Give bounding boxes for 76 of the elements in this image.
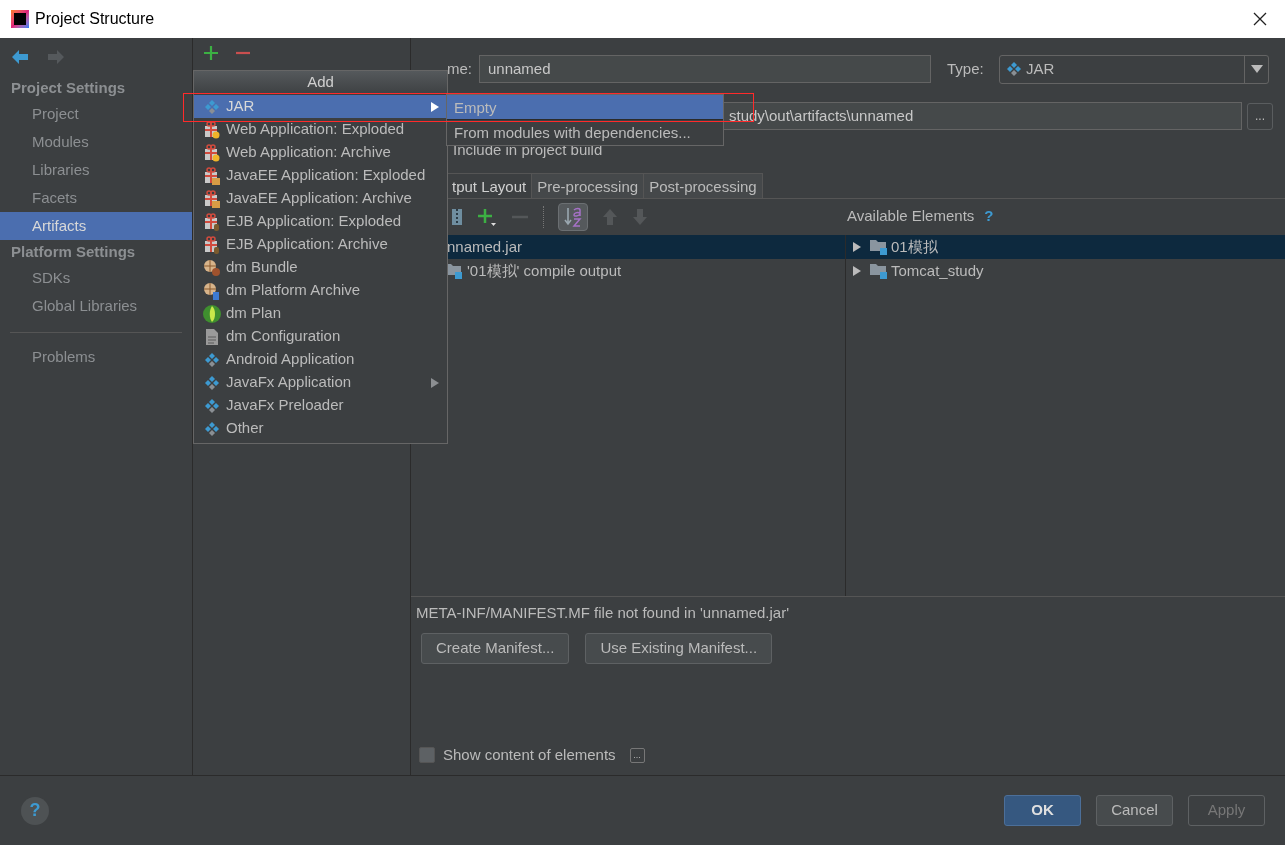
sort-icon[interactable] <box>558 203 588 231</box>
add-icon[interactable] <box>477 207 497 227</box>
tree-item[interactable]: Tomcat_study <box>891 259 984 283</box>
menu-item[interactable]: Web Application: Archive <box>194 141 447 164</box>
type-dropdown[interactable]: JAR <box>999 54 1269 84</box>
section-header: Platform Settings <box>10 242 137 262</box>
available-elements-title: Available Elements <box>847 206 975 227</box>
gift-icon <box>203 166 220 185</box>
menu-item[interactable]: JavaEE Application: Archive <box>194 187 447 210</box>
sidebar-item[interactable]: Modules <box>0 128 192 156</box>
manifest-message: META-INF/MANIFEST.MF file not found in 'unnamed.jar' <box>415 603 790 623</box>
menu-item[interactable]: dm Bundle <box>194 256 447 279</box>
manifest-button[interactable]: Create Manifest... <box>421 633 570 664</box>
section-header: Project Settings <box>10 78 127 98</box>
help-icon[interactable]: ? <box>984 205 994 228</box>
menu-item[interactable]: JAR <box>194 95 447 118</box>
sidebar-item[interactable]: Facets <box>0 184 192 212</box>
type-value: JAR <box>1026 58 1055 79</box>
add-icon[interactable] <box>203 45 219 61</box>
gift-icon <box>203 212 220 231</box>
close-icon[interactable] <box>1253 12 1267 26</box>
checkbox[interactable] <box>419 747 435 763</box>
folder-icon <box>870 263 888 279</box>
diamonds-icon <box>203 351 220 368</box>
sidebar-item[interactable]: Project <box>0 100 192 128</box>
menu-item[interactable]: dm Configuration <box>194 325 447 348</box>
sidebar-item[interactable]: Global Libraries <box>0 292 192 320</box>
gift-icon <box>203 120 220 139</box>
menu-item[interactable]: Other <box>194 417 447 440</box>
gift-icon <box>203 189 220 208</box>
diamonds-icon <box>203 98 220 115</box>
name-field[interactable]: unnamed <box>479 55 931 83</box>
tree-item[interactable]: '01模拟' compile output <box>467 259 622 283</box>
diamonds-icon <box>203 374 220 391</box>
more-button[interactable]: ... <box>629 747 645 763</box>
jar-icon <box>1006 61 1022 77</box>
folder-icon <box>870 239 888 255</box>
dropdown-arrow-icon <box>1250 65 1263 73</box>
diamonds-icon <box>203 397 220 414</box>
gift-icon <box>203 235 220 254</box>
menu-item[interactable]: JavaFx Preloader <box>194 394 447 417</box>
diamonds-icon <box>203 420 220 437</box>
sidebar-item[interactable]: Artifacts <box>0 212 192 240</box>
manifest-button[interactable]: Use Existing Manifest... <box>585 633 773 664</box>
app-logo-icon <box>11 10 29 28</box>
menu-item[interactable]: dm Plan <box>194 302 447 325</box>
menu-item[interactable]: Web Application: Exploded <box>194 118 447 141</box>
browse-button[interactable]: ... <box>1247 102 1273 130</box>
globe-icon <box>201 303 222 324</box>
menu-item[interactable]: dm Platform Archive <box>194 279 447 302</box>
expand-arrow-icon[interactable] <box>852 265 862 277</box>
checkbox-label: Show content of elements <box>443 744 616 765</box>
menu-title: Add <box>194 71 447 93</box>
menu-item[interactable]: Android Application <box>194 348 447 371</box>
back-arrow-icon[interactable] <box>11 49 29 65</box>
archive-icon[interactable] <box>451 208 463 226</box>
gift-icon <box>203 143 220 162</box>
sidebar-item[interactable]: Problems <box>0 343 192 371</box>
menu-item[interactable]: EJB Application: Exploded <box>194 210 447 233</box>
tree-item[interactable]: 01模拟 <box>891 235 938 259</box>
expand-arrow-icon[interactable] <box>852 241 862 253</box>
menu-item[interactable]: JavaFx Application <box>194 371 447 394</box>
document-icon <box>204 327 219 346</box>
sidebar-item[interactable]: SDKs <box>0 264 192 292</box>
tab[interactable]: Post-processing <box>644 173 763 198</box>
dialog-button[interactable]: Cancel <box>1096 795 1173 826</box>
bundle-icon <box>202 258 221 277</box>
sidebar-item[interactable]: Libraries <box>0 156 192 184</box>
bundle-icon <box>202 281 221 300</box>
dialog-button[interactable]: OK <box>1004 795 1081 826</box>
tab[interactable]: tput Layout <box>447 173 533 198</box>
tab[interactable]: Pre-processing <box>532 173 645 198</box>
menu-item[interactable]: JavaEE Application: Exploded <box>194 164 447 187</box>
type-label: Type: <box>947 58 985 79</box>
name-label: me: <box>447 58 473 79</box>
window-title: Project Structure <box>35 9 155 29</box>
